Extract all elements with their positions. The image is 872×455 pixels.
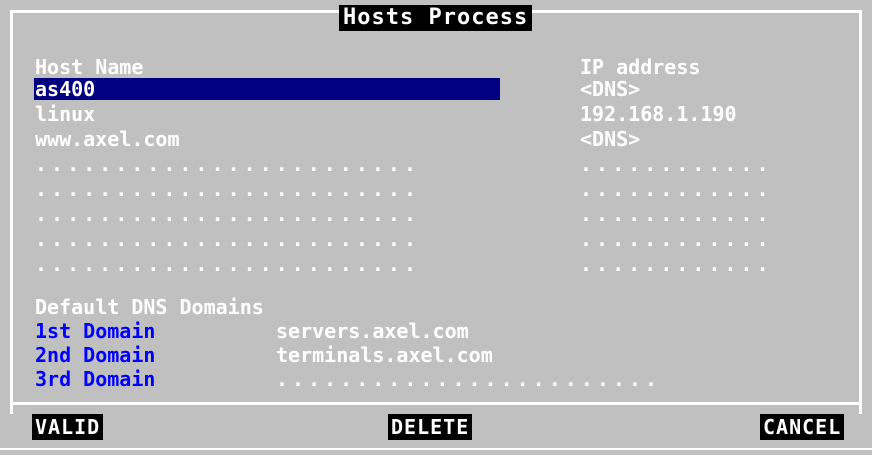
host-row-name[interactable]: ........................ (35, 203, 420, 225)
host-row-name[interactable]: ........................ (35, 153, 420, 175)
button-bar-separator (10, 402, 862, 405)
host-row-name[interactable]: www.axel.com (35, 128, 180, 150)
domain-field-1[interactable]: servers.axel.com (276, 320, 469, 342)
window-title: Hosts Process (339, 5, 533, 31)
host-row-ip[interactable]: ............ (580, 178, 773, 200)
host-row-name[interactable]: ........................ (35, 178, 420, 200)
delete-button[interactable]: DELETE (388, 414, 473, 440)
ip-address-header: IP address (580, 55, 701, 79)
window-frame-bottom (0, 448, 872, 450)
cancel-button[interactable]: CANCEL (760, 414, 845, 440)
window-frame-left (10, 10, 13, 414)
host-row-name[interactable]: ........................ (35, 253, 420, 275)
domain-label-1: 1st Domain (35, 319, 156, 343)
host-row-ip[interactable]: ............ (580, 203, 773, 225)
domain-label-3: 3rd Domain (35, 367, 156, 391)
host-row-ip[interactable]: 192.168.1.190 (580, 103, 737, 125)
host-row-name[interactable]: linux (35, 103, 95, 125)
host-row-ip[interactable]: ............ (580, 253, 773, 275)
selected-row-highlight (34, 78, 500, 100)
host-row-name[interactable]: as400 (35, 78, 95, 100)
window-frame-right (859, 10, 862, 414)
host-row-name[interactable]: ........................ (35, 228, 420, 250)
domain-field-3[interactable]: ........................ (276, 368, 661, 390)
domain-label-2: 2nd Domain (35, 343, 156, 367)
host-row-ip[interactable]: ............ (580, 153, 773, 175)
host-row-ip[interactable]: <DNS> (580, 128, 640, 150)
host-row-ip[interactable]: ............ (580, 228, 773, 250)
valid-button[interactable]: VALID (32, 414, 104, 440)
domain-field-2[interactable]: terminals.axel.com (276, 344, 493, 366)
host-row-ip[interactable]: <DNS> (580, 78, 640, 100)
host-name-header: Host Name (35, 55, 144, 79)
dns-domains-header: Default DNS Domains (35, 295, 264, 319)
